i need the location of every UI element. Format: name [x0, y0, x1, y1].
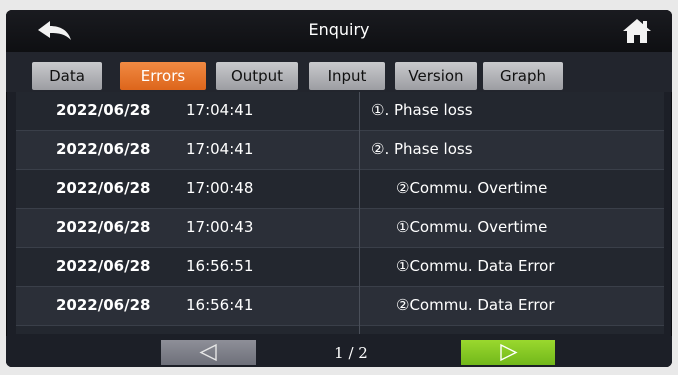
tab-errors[interactable]: Errors	[120, 62, 206, 90]
tab-bar: Data Errors Output Input Version Graph	[6, 52, 672, 92]
pagination-bar: 1 / 2	[6, 336, 672, 367]
home-icon	[623, 19, 651, 43]
error-message: ①Commu. Data Error	[396, 257, 555, 275]
table-row[interactable]: 2022/06/28 17:00:48 ②Commu. Overtime	[16, 170, 664, 209]
error-date: 2022/06/28	[56, 140, 151, 158]
tab-data[interactable]: Data	[32, 62, 102, 90]
table-row[interactable]: 2022/06/28 17:04:41 ①. Phase loss	[16, 92, 664, 131]
error-log-table: 2022/06/28 17:04:41 ①. Phase loss 2022/0…	[16, 92, 664, 334]
error-time: 17:00:48	[186, 179, 254, 197]
triangle-left-icon	[199, 343, 217, 362]
error-date: 2022/06/28	[56, 101, 151, 119]
next-page-button[interactable]	[461, 340, 555, 365]
table-row[interactable]: 2022/06/28 16:56:41 ②Commu. Data Error	[16, 287, 664, 326]
home-button[interactable]	[620, 16, 654, 46]
tab-output[interactable]: Output	[216, 62, 298, 90]
table-row[interactable]: 2022/06/28 17:00:43 ①Commu. Overtime	[16, 209, 664, 248]
error-time: 16:56:41	[186, 296, 254, 314]
tab-version[interactable]: Version	[395, 62, 477, 90]
title-bar: Enquiry	[6, 10, 672, 52]
error-message: ①Commu. Overtime	[396, 218, 548, 236]
triangle-right-icon	[500, 343, 518, 362]
column-divider	[359, 92, 360, 334]
error-time: 17:04:41	[186, 140, 254, 158]
table-row[interactable]: 2022/06/28 17:04:41 ②. Phase loss	[16, 131, 664, 170]
error-date: 2022/06/28	[56, 218, 151, 236]
error-time: 17:00:43	[186, 218, 254, 236]
tab-input[interactable]: Input	[309, 62, 385, 90]
error-message: ②Commu. Overtime	[396, 179, 548, 197]
error-date: 2022/06/28	[56, 296, 151, 314]
error-date: 2022/06/28	[56, 257, 151, 275]
error-message: ①. Phase loss	[371, 101, 473, 119]
error-date: 2022/06/28	[56, 179, 151, 197]
device-screen: Enquiry Data Errors Output Input Version…	[6, 10, 672, 367]
page-indicator: 1 / 2	[334, 344, 368, 362]
error-message: ②. Phase loss	[371, 140, 473, 158]
table-row[interactable]: 2022/06/28 16:56:51 ①Commu. Data Error	[16, 248, 664, 287]
error-message: ②Commu. Data Error	[396, 296, 555, 314]
page-title: Enquiry	[308, 20, 370, 39]
error-time: 16:56:51	[186, 257, 254, 275]
error-time: 17:04:41	[186, 101, 254, 119]
tab-graph[interactable]: Graph	[483, 62, 563, 90]
previous-page-button[interactable]	[161, 340, 256, 365]
